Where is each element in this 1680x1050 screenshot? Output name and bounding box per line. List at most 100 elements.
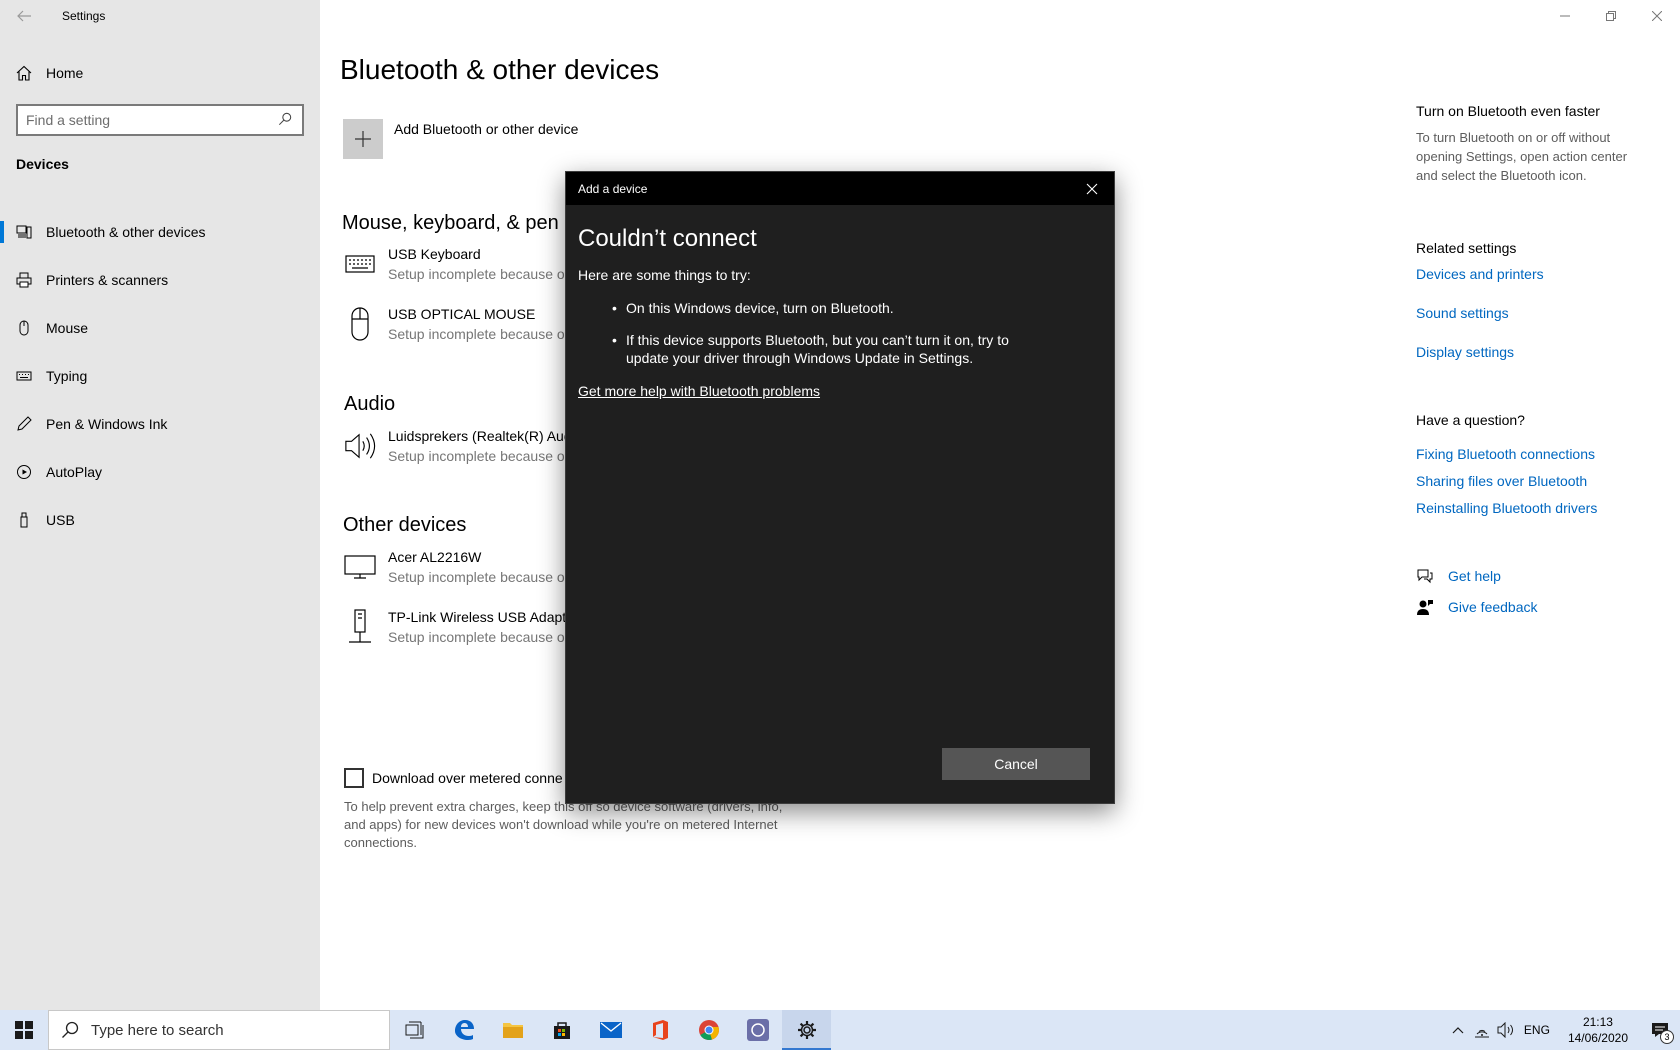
sidebar-item-pen[interactable]: Pen & Windows Ink [0, 400, 320, 448]
link-display-settings[interactable]: Display settings [1416, 344, 1514, 360]
close-icon [1652, 11, 1662, 21]
office-icon [652, 1020, 668, 1040]
titlebar: Settings [0, 0, 105, 32]
restore-button[interactable] [1588, 0, 1634, 32]
get-help-row[interactable]: Get help [1416, 567, 1501, 585]
device-wireless-adapter[interactable]: TP-Link Wireless USB Adapte Setup incomp… [344, 609, 574, 645]
sidebar-nav: Bluetooth & other devices Printers & sca… [0, 208, 320, 544]
mail-button[interactable] [586, 1010, 635, 1050]
file-explorer-icon [502, 1023, 523, 1038]
start-button[interactable] [0, 1010, 48, 1050]
device-name: USB OPTICAL MOUSE [388, 306, 536, 322]
device-usb-mouse[interactable]: USB OPTICAL MOUSE Setup incomplete becau… [344, 306, 565, 342]
sidebar-item-autoplay[interactable]: AutoPlay [0, 448, 320, 496]
dialog-titlebar: Add a device [566, 172, 1114, 205]
app-button[interactable] [733, 1010, 782, 1050]
sidebar-item-typing[interactable]: Typing [0, 352, 320, 400]
restore-icon [1606, 11, 1616, 21]
autoplay-icon [16, 464, 32, 480]
store-button[interactable] [537, 1010, 586, 1050]
device-status: Setup incomplete because o [388, 629, 565, 645]
add-device-button[interactable]: Add Bluetooth or other device [343, 119, 578, 159]
network-icon [1474, 1029, 1489, 1038]
bluetooth-help-link[interactable]: Get more help with Bluetooth problems [578, 383, 820, 399]
task-view-button[interactable] [390, 1010, 439, 1050]
metered-description: To help prevent extra charges, keep this… [344, 799, 783, 850]
metered-label: Download over metered conne [372, 770, 563, 786]
usb-icon [16, 512, 32, 528]
link-fixing-bluetooth[interactable]: Fixing Bluetooth connections [1416, 446, 1595, 462]
sidebar-item-label: Printers & scanners [46, 272, 169, 288]
sidebar-item-label: Mouse [46, 320, 89, 336]
add-device-label: Add Bluetooth or other device [394, 121, 579, 137]
settings-search-input[interactable] [26, 112, 278, 128]
volume-icon [1497, 1022, 1513, 1038]
clock[interactable]: 21:13 14/06/2020 [1568, 1014, 1628, 1046]
taskbar-search-placeholder: Type here to search [91, 1021, 224, 1039]
group-title-mouse-keyboard: Mouse, keyboard, & pen [342, 212, 559, 234]
metered-checkbox[interactable] [344, 768, 364, 788]
windows-logo-icon [15, 1021, 33, 1039]
taskbar-apps [390, 1010, 831, 1050]
chrome-button[interactable] [684, 1010, 733, 1050]
office-button[interactable] [635, 1010, 684, 1050]
back-button[interactable] [0, 0, 48, 32]
settings-gear-icon [797, 1021, 816, 1039]
edge-button[interactable] [439, 1010, 488, 1050]
file-explorer-button[interactable] [488, 1010, 537, 1050]
keyboard-icon [16, 368, 32, 384]
give-feedback-link[interactable]: Give feedback [1448, 599, 1538, 615]
close-icon [1086, 183, 1098, 194]
cancel-button[interactable]: Cancel [942, 748, 1090, 780]
get-help-link[interactable]: Get help [1448, 568, 1501, 584]
pen-icon [16, 416, 32, 432]
settings-search[interactable] [16, 104, 304, 136]
device-usb-keyboard[interactable]: USB Keyboard Setup incomplete because o [344, 246, 565, 282]
device-status: Setup incomplete because o [388, 448, 565, 464]
give-feedback-row[interactable]: Give feedback [1416, 598, 1538, 616]
device-monitor[interactable]: Acer AL2216W Setup incomplete because o [344, 549, 565, 585]
action-center-button[interactable]: 3 [1640, 1010, 1680, 1050]
dialog-close-button[interactable] [1082, 179, 1102, 199]
search-icon [61, 1021, 79, 1039]
section-title: Devices [16, 156, 69, 172]
minimize-icon [1560, 15, 1570, 17]
get-help-icon [1416, 567, 1434, 585]
minimize-button[interactable] [1542, 0, 1588, 32]
device-status: Setup incomplete because o [388, 569, 565, 585]
faster-description: To turn Bluetooth on or off without open… [1416, 130, 1628, 183]
input-language[interactable]: ENG [1524, 1023, 1550, 1037]
metered-download-option[interactable]: Download over metered conne [344, 768, 563, 788]
app-icon [746, 1019, 769, 1041]
network-button[interactable] [1470, 1010, 1494, 1050]
feedback-icon [1416, 598, 1434, 616]
close-window-button[interactable] [1634, 0, 1680, 32]
volume-button[interactable] [1494, 1010, 1518, 1050]
link-sound-settings[interactable]: Sound settings [1416, 305, 1509, 321]
device-status: Setup incomplete because o [388, 266, 565, 282]
clock-time: 21:13 [1582, 1015, 1613, 1029]
add-device-dialog: Add a device Couldn’t connect Here are s… [565, 171, 1115, 804]
search-icon[interactable] [278, 112, 294, 128]
link-devices-printers[interactable]: Devices and printers [1416, 266, 1544, 282]
dialog-body: Couldn’t connect Here are some things to… [566, 205, 1114, 401]
sidebar-item-mouse[interactable]: Mouse [0, 304, 320, 352]
link-reinstalling-drivers[interactable]: Reinstalling Bluetooth drivers [1416, 500, 1597, 516]
link-sharing-files[interactable]: Sharing files over Bluetooth [1416, 473, 1587, 489]
show-hidden-icons-button[interactable] [1446, 1010, 1470, 1050]
clock-date: 14/06/2020 [1567, 1031, 1628, 1045]
keyboard-icon [344, 246, 376, 282]
sidebar-item-bluetooth[interactable]: Bluetooth & other devices [0, 208, 320, 256]
sidebar-item-usb[interactable]: USB [0, 496, 320, 544]
dialog-heading: Couldn’t connect [578, 225, 757, 252]
mail-icon [599, 1022, 622, 1038]
group-title-audio: Audio [344, 393, 396, 415]
network-adapter-icon [344, 609, 376, 645]
settings-app-button[interactable] [782, 1010, 831, 1050]
sidebar-item-printers[interactable]: Printers & scanners [0, 256, 320, 304]
sidebar-home[interactable]: Home [16, 60, 83, 86]
device-speakers[interactable]: Luidsprekers (Realtek(R) Aud Setup incom… [344, 428, 572, 464]
taskbar-search[interactable]: Type here to search [48, 1010, 390, 1050]
group-title-other: Other devices [343, 514, 467, 536]
tip-item: If this device supports Bluetooth, but y… [612, 331, 1022, 367]
